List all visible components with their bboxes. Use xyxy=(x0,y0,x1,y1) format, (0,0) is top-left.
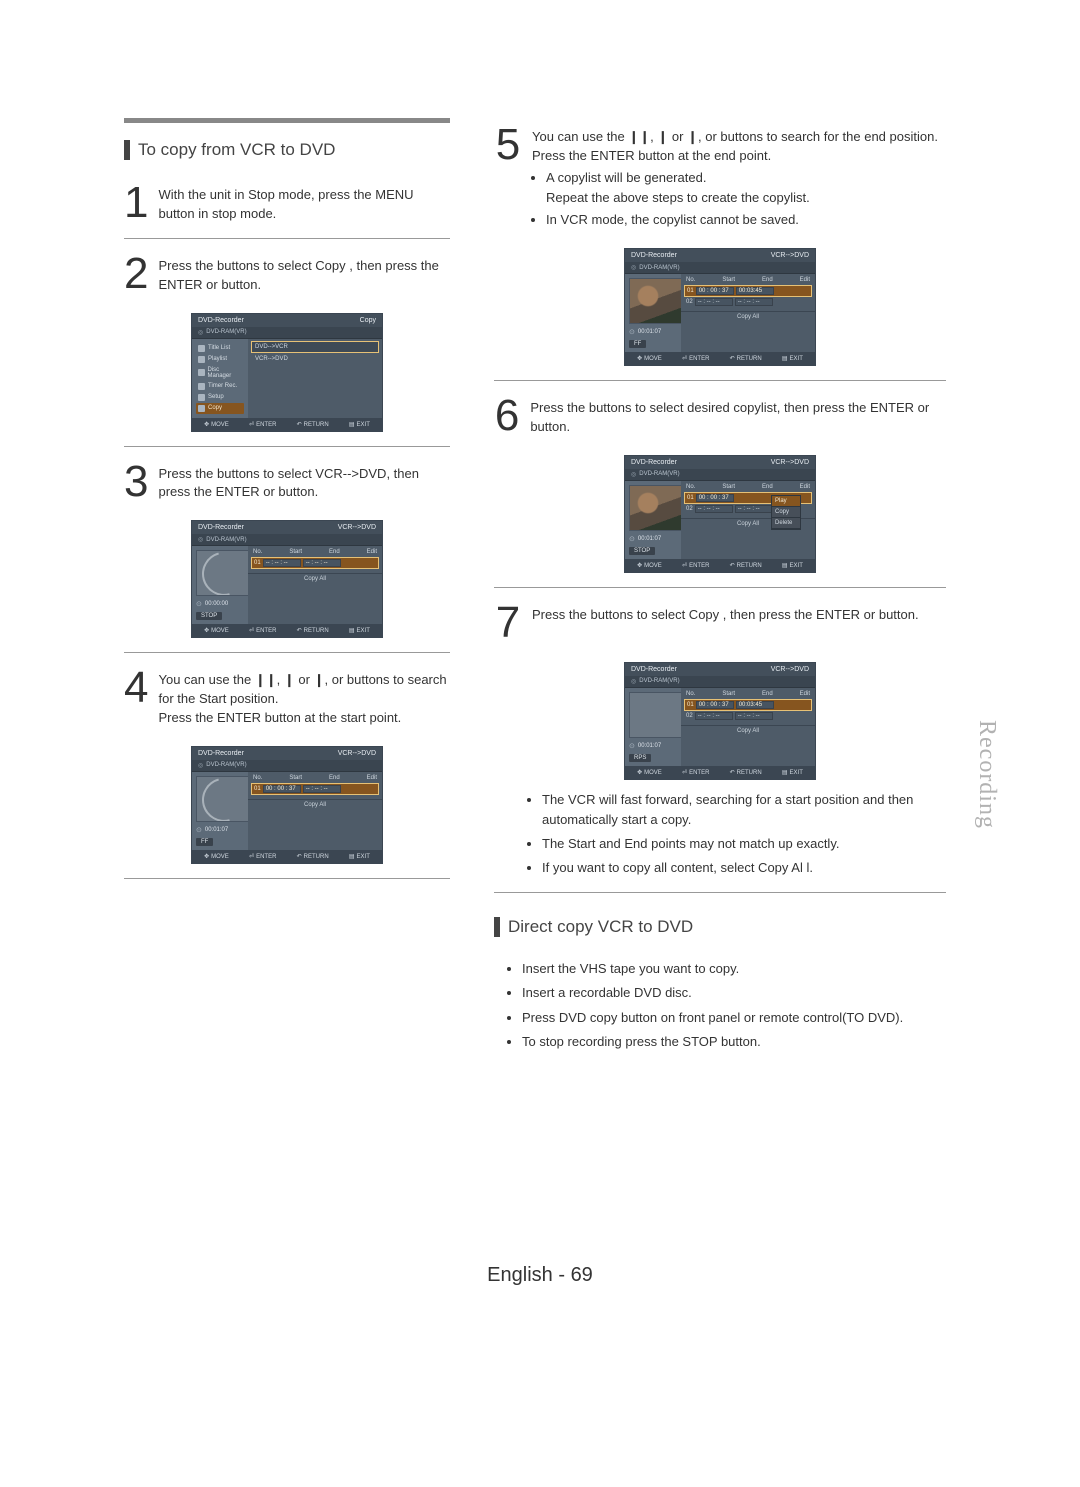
step-number: 7 xyxy=(494,602,522,644)
context-menu: Play Copy Delete xyxy=(771,495,801,530)
ctx-play[interactable]: Play xyxy=(772,496,800,507)
section-bar xyxy=(124,140,130,160)
osd-mode: Copy xyxy=(360,317,376,324)
osd-copying: DVD-RecorderVCR-->DVD DVD-RAM(VR) 00:01:… xyxy=(624,662,816,780)
preview-thumbnail xyxy=(629,692,685,738)
menu-playlist[interactable]: Playlist xyxy=(196,354,244,365)
table-row[interactable]: 01 00 : 00 : 37 -- : -- : -- xyxy=(251,783,379,795)
divider xyxy=(494,892,946,893)
menu-title-list[interactable]: Title List xyxy=(196,343,244,354)
osd-end-set: DVD-RecorderVCR-->DVD DVD-RAM(VR) 00:01:… xyxy=(624,248,816,366)
bullet: Insert a recordable DVD disc. xyxy=(522,983,946,1003)
step-1: 1 With the unit in Stop mode, press the … xyxy=(124,182,450,224)
section-text: Direct copy VCR to DVD xyxy=(508,917,693,937)
divider xyxy=(124,878,450,879)
ctx-copy[interactable]: Copy xyxy=(772,507,800,518)
divider xyxy=(494,380,946,381)
osd-vcr-dvd-initial: DVD-RecorderVCR-->DVD DVD-RAM(VR) 00:00:… xyxy=(191,520,383,638)
left-column: To copy from VCR to DVD 1 With the unit … xyxy=(124,140,450,893)
side-tab-label: Recording xyxy=(973,720,1000,829)
copy-all-button[interactable]: Copy All xyxy=(248,573,382,585)
bullet: If you want to copy all content, select … xyxy=(542,858,946,878)
preview-thumbnail xyxy=(629,485,685,531)
preview-thumbnail xyxy=(196,550,252,596)
bullet: Press DVD copy button on front panel or … xyxy=(522,1008,946,1028)
osd-footer: MOVE ENTER RETURN EXIT xyxy=(192,418,382,431)
osd-copy-menu: DVD-Recorder Copy DVD-RAM(VR) Title List… xyxy=(191,313,383,432)
menu-timer-rec[interactable]: Timer Rec. xyxy=(196,381,244,392)
step-body: Press the buttons to select Copy , then … xyxy=(158,253,450,295)
notes-list: The VCR will fast forward, searching for… xyxy=(528,790,946,879)
section-bar xyxy=(494,917,500,937)
direct-copy-list: Insert the VHS tape you want to copy. In… xyxy=(508,959,946,1052)
opt-dvd-to-vcr[interactable]: DVD-->VCR xyxy=(251,341,379,353)
step-number: 4 xyxy=(124,667,148,728)
bullet: To stop recording press the STOP button. xyxy=(522,1032,946,1052)
opt-vcr-to-dvd[interactable]: VCR-->DVD xyxy=(251,353,379,365)
osd-left-panel: 00:00:00 STOP xyxy=(192,546,248,624)
osd-context-menu: DVD-RecorderVCR-->DVD DVD-RAM(VR) 00:01:… xyxy=(624,455,816,573)
ctx-delete[interactable]: Delete xyxy=(772,518,800,529)
step-6: 6 Press the buttons to select desired co… xyxy=(494,395,946,437)
step-4: 4 You can use the ❙❙, ❙ or ❙, or buttons… xyxy=(124,667,450,728)
preview-thumbnail xyxy=(629,278,685,324)
right-column: 5 You can use the ❙❙, ❙ or ❙, or buttons… xyxy=(494,118,946,1052)
step-body: Press the buttons to select VCR-->DVD, t… xyxy=(158,461,450,503)
elapsed-time: 00:00:00 xyxy=(196,600,244,608)
osd-options: DVD-->VCR VCR-->DVD xyxy=(248,339,382,418)
menu-copy[interactable]: Copy xyxy=(196,403,244,414)
section-title-copy: To copy from VCR to DVD xyxy=(124,140,450,160)
divider xyxy=(124,652,450,653)
step-body: You can use the ❙❙, ❙ or ❙, or buttons t… xyxy=(532,124,946,230)
step-body: Press the buttons to select Copy , then … xyxy=(532,602,946,644)
osd-title: DVD-Recorder xyxy=(198,317,244,324)
step-2: 2 Press the buttons to select Copy , the… xyxy=(124,253,450,295)
step-number: 2 xyxy=(124,253,148,295)
table-row[interactable]: 01 00 : 00 : 37 00:03:45 xyxy=(684,285,812,297)
step-3: 3 Press the buttons to select VCR-->DVD,… xyxy=(124,461,450,503)
bullet: The Start and End points may not match u… xyxy=(542,834,946,854)
osd-start-set: DVD-RecorderVCR-->DVD DVD-RAM(VR) 00:01:… xyxy=(191,746,383,864)
menu-disc-manager[interactable]: Disc Manager xyxy=(196,365,244,381)
table-row[interactable]: 02 -- : -- : -- -- : -- : -- xyxy=(684,711,812,721)
bullet: In VCR mode, the copylist cannot be save… xyxy=(546,210,946,230)
step-5: 5 You can use the ❙❙, ❙ or ❙, or buttons… xyxy=(494,124,946,230)
divider xyxy=(124,446,450,447)
divider xyxy=(494,587,946,588)
page: To copy from VCR to DVD 1 With the unit … xyxy=(0,0,1080,1487)
step-number: 6 xyxy=(494,395,520,437)
divider xyxy=(124,238,450,239)
osd-header: DVD-Recorder Copy xyxy=(192,314,382,327)
pause-skip-icons: ❙❙, ❙ xyxy=(255,672,295,687)
bullet: The VCR will fast forward, searching for… xyxy=(542,790,946,830)
table-row[interactable]: 01 00 : 00 : 37 00:03:45 xyxy=(684,699,812,711)
step-body: Press the buttons to select desired copy… xyxy=(530,395,946,437)
table-row[interactable]: 02 -- : -- : -- -- : -- : -- xyxy=(684,297,812,307)
transport-state: STOP xyxy=(196,612,222,620)
bullet: A copylist will be generated.Repeat the … xyxy=(546,168,946,208)
step-body: You can use the ❙❙, ❙ or ❙, or buttons t… xyxy=(158,667,450,728)
section-title-direct: Direct copy VCR to DVD xyxy=(494,917,946,937)
table-row[interactable]: 01 -- : -- : -- -- : -- : -- xyxy=(251,557,379,569)
pause-skip-icons: ❙❙, ❙ xyxy=(628,129,668,144)
preview-thumbnail xyxy=(196,776,252,822)
page-footer: English - 69 xyxy=(0,1264,1080,1287)
osd-body: Title List Playlist Disc Manager Timer R… xyxy=(192,339,382,418)
step-body: With the unit in Stop mode, press the ME… xyxy=(158,182,450,224)
skip-icon: ❙, xyxy=(314,672,329,687)
top-rule xyxy=(124,118,450,123)
step-number: 3 xyxy=(124,461,148,503)
menu-setup[interactable]: Setup xyxy=(196,392,244,403)
osd-disc-label: DVD-RAM(VR) xyxy=(192,327,382,339)
osd-menu: Title List Playlist Disc Manager Timer R… xyxy=(192,339,248,418)
section-text: To copy from VCR to DVD xyxy=(138,140,335,160)
skip-icon: ❙, xyxy=(687,129,702,144)
step-7: 7 Press the buttons to select Copy , the… xyxy=(494,602,946,644)
copylist-table: No.StartEndEdit 01 -- : -- : -- -- : -- … xyxy=(248,546,382,624)
step-number: 5 xyxy=(494,124,522,230)
step-number: 1 xyxy=(124,182,148,224)
bullet: Insert the VHS tape you want to copy. xyxy=(522,959,946,979)
